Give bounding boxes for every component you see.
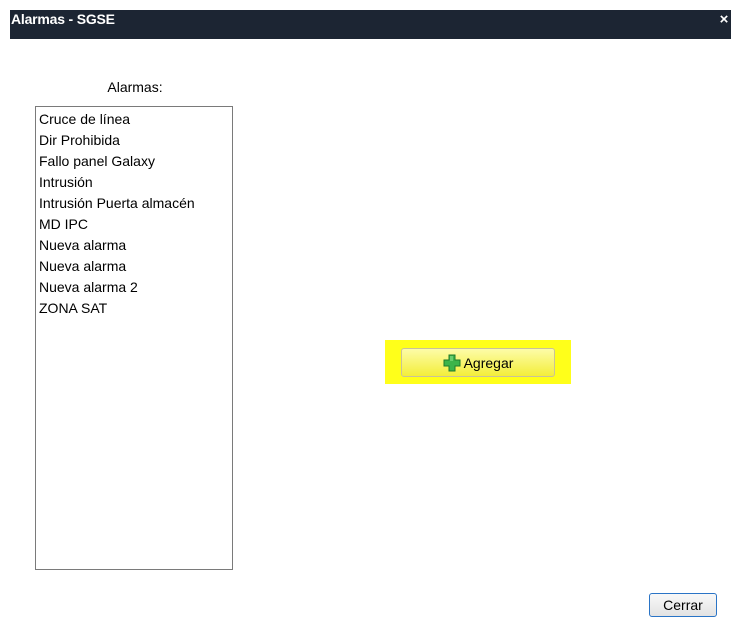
list-item[interactable]: Fallo panel Galaxy: [39, 151, 232, 172]
title-bar: Alarmas - SGSE ×: [10, 10, 731, 39]
list-item[interactable]: Dir Prohibida: [39, 130, 232, 151]
list-item[interactable]: Nueva alarma: [39, 256, 232, 277]
list-item[interactable]: Nueva alarma 2: [39, 277, 232, 298]
list-item[interactable]: Intrusión Puerta almacén: [39, 193, 232, 214]
add-button-label: Agregar: [463, 354, 514, 371]
list-item[interactable]: Nueva alarma: [39, 235, 232, 256]
alarms-listbox[interactable]: Cruce de línea Dir Prohibida Fallo panel…: [35, 106, 233, 570]
close-button[interactable]: Cerrar: [649, 593, 717, 617]
plus-icon: [443, 354, 461, 372]
list-item[interactable]: Intrusión: [39, 172, 232, 193]
close-icon[interactable]: ×: [717, 10, 731, 29]
list-item[interactable]: Cruce de línea: [39, 109, 232, 130]
add-button[interactable]: Agregar: [401, 348, 555, 377]
window-title: Alarmas - SGSE: [11, 11, 115, 27]
list-item[interactable]: ZONA SAT: [39, 298, 232, 319]
list-item[interactable]: MD IPC: [39, 214, 232, 235]
alarms-label: Alarmas:: [107, 79, 163, 95]
